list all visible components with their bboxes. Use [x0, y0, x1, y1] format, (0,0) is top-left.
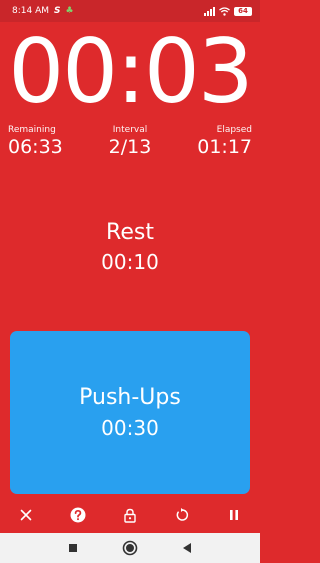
next-exercise-card[interactable]: Push-Ups 00:30: [10, 331, 250, 494]
current-exercise: Rest 00:10: [0, 220, 260, 274]
help-button[interactable]: [66, 503, 90, 527]
close-button[interactable]: [14, 503, 38, 527]
status-time: 8:14 AM: [12, 6, 49, 16]
main-timer: 00:03: [8, 20, 254, 123]
recents-button[interactable]: [68, 543, 78, 553]
help-icon: [70, 507, 86, 523]
pause-button[interactable]: [222, 503, 246, 527]
next-exercise-time: 00:30: [101, 416, 159, 440]
lock-icon: [124, 508, 136, 523]
elapsed-label: Elapsed: [216, 125, 252, 135]
back-button[interactable]: [182, 542, 192, 554]
s-icon: S: [54, 6, 61, 16]
close-icon: [20, 509, 32, 521]
next-exercise-title: Push-Ups: [79, 385, 181, 410]
home-button[interactable]: [122, 540, 138, 556]
signal-icon: [204, 6, 215, 16]
reset-button[interactable]: [170, 503, 194, 527]
stats-row: Remaining 06:33 Interval 2/13 Elapsed 01…: [0, 125, 260, 165]
system-navigation-bar: [0, 533, 260, 563]
wifi-icon: [219, 6, 230, 16]
lock-button[interactable]: [118, 503, 142, 527]
toolbar: [0, 500, 260, 530]
battery-icon: 64: [234, 6, 252, 16]
pause-icon: [230, 510, 238, 520]
elapsed-value: 01:17: [197, 136, 252, 158]
elapsed-stat: Elapsed 01:17: [197, 125, 252, 158]
status-bar: 8:14 AM S ♣ 64: [0, 0, 260, 22]
current-exercise-title: Rest: [106, 220, 154, 245]
clover-icon: ♣: [65, 6, 74, 16]
current-exercise-time: 00:10: [101, 250, 159, 274]
reset-icon: [176, 508, 189, 521]
